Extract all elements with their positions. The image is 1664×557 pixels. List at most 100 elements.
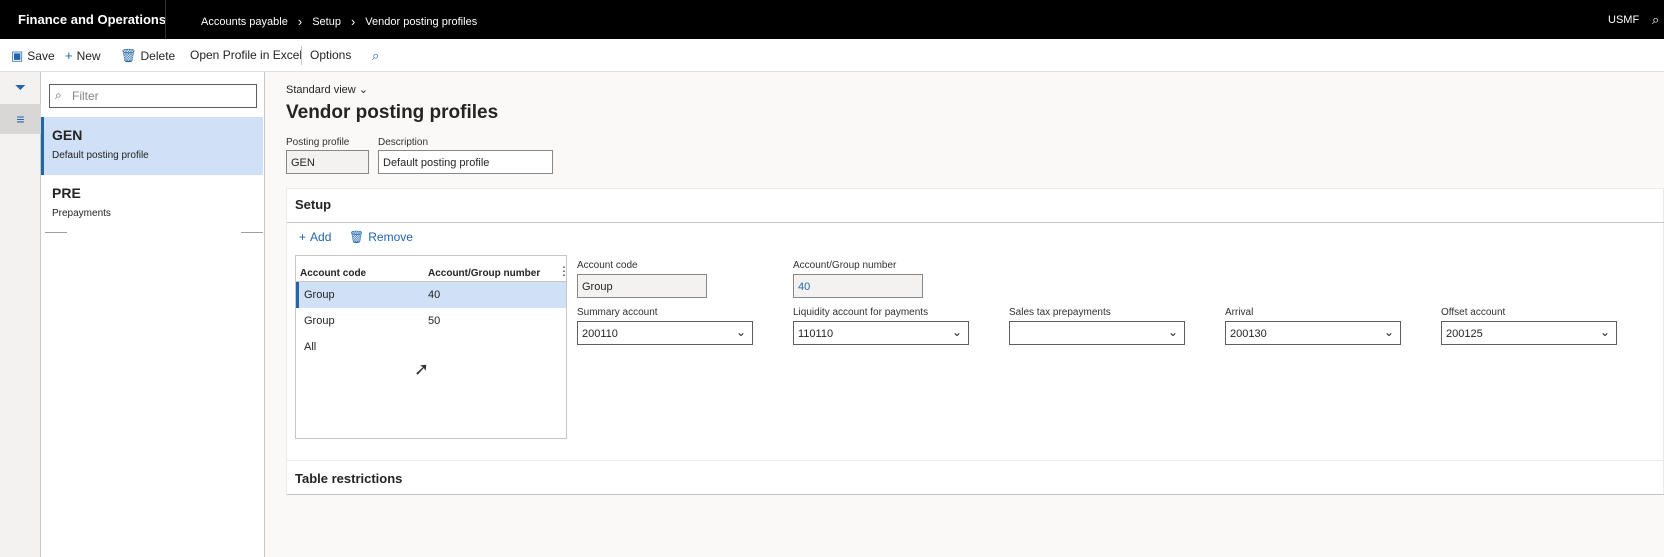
action-search-button[interactable]: ⌕ [372, 48, 379, 64]
column-header-account-code[interactable]: Account code [300, 268, 366, 279]
top-bar: Finance and Operations Accounts payable … [0, 0, 1664, 39]
account-code-field[interactable]: Group [577, 274, 707, 298]
new-label: New [76, 48, 101, 63]
view-label: Standard view [286, 84, 356, 96]
setup-divider [287, 222, 1664, 223]
arrival-value: 200130 [1230, 328, 1267, 340]
table-row[interactable]: All [296, 334, 566, 360]
table-row[interactable]: Group 40 [296, 282, 566, 308]
summary-account-label: Summary account [577, 307, 658, 318]
table-restrictions-section: Table restrictions [286, 460, 1664, 495]
app-name[interactable]: Finance and Operations [18, 12, 166, 27]
description-field[interactable]: Default posting profile [378, 150, 553, 174]
action-pane: ▣ Save + New 🗑 Delete Open Profile in Ex… [0, 39, 1664, 72]
list-divider [45, 232, 67, 233]
search-icon: ⌕ [55, 88, 62, 102]
cell-account-code: Group [304, 289, 335, 301]
mouse-cursor-icon: ➚ [414, 359, 430, 379]
summary-account-dropdown[interactable]: 200110 ⌄ [577, 321, 753, 345]
list-pane: ⌕ Filter GEN Default posting profile PRE… [41, 72, 265, 557]
setup-grid: Account code Account/Group number ⋮ Grou… [295, 255, 570, 439]
add-button[interactable]: + Add [299, 230, 331, 244]
list-item-code: GEN [52, 127, 83, 143]
chevron-right-icon: › [297, 14, 303, 29]
offset-account-label: Offset account [1441, 307, 1506, 318]
remove-button[interactable]: 🗑 Remove [349, 230, 413, 244]
add-label: Add [310, 230, 332, 244]
view-selector[interactable]: Standard view ⌄ [286, 83, 368, 96]
topbar-divider [165, 0, 166, 39]
account-code-label: Account code [577, 260, 638, 271]
save-label: Save [27, 49, 55, 63]
chevron-down-icon: ⌄ [1167, 325, 1178, 339]
breadcrumb-item-accounts-payable[interactable]: Accounts payable [201, 16, 288, 28]
table-restrictions-header[interactable]: Table restrictions [295, 471, 402, 486]
breadcrumb-item-vendor-posting-profiles: Vendor posting profiles [365, 15, 478, 28]
sales-tax-prepayments-dropdown[interactable]: ⌄ [1009, 321, 1185, 345]
plus-icon: + [299, 230, 307, 244]
save-button[interactable]: ▣ Save [11, 48, 55, 64]
list-icon[interactable]: ≡ [0, 104, 41, 134]
search-icon: ⌕ [372, 48, 380, 63]
table-restrictions-divider [287, 494, 1664, 495]
setup-section: Setup + Add 🗑 Remove Account code Accoun… [286, 188, 1664, 464]
options-label: Options [310, 48, 352, 62]
breadcrumb: Accounts payable › Setup › Vendor postin… [201, 14, 477, 29]
cell-account-code: All [304, 341, 317, 353]
filter-input[interactable]: ⌕ Filter [49, 84, 257, 108]
cell-group-number: 40 [428, 289, 441, 301]
liquidity-account-dropdown[interactable]: 110110 ⌄ [793, 321, 969, 345]
description-label: Description [378, 137, 429, 148]
chevron-down-icon: ⌄ [1383, 325, 1394, 339]
chevron-down-icon: ⌄ [358, 84, 368, 96]
group-number-label: Account/Group number [793, 260, 897, 271]
delete-button[interactable]: 🗑 Delete [120, 48, 175, 64]
list-item-description: Default posting profile [52, 150, 149, 161]
sales-tax-prepayments-label: Sales tax prepayments [1009, 307, 1111, 318]
action-separator [301, 46, 302, 65]
new-button[interactable]: + New [65, 48, 101, 63]
filter-icon[interactable]: ⏷ [0, 72, 41, 102]
save-icon: ▣ [11, 48, 24, 63]
company-picker[interactable]: USMF [1608, 14, 1639, 26]
posting-profile-label: Posting profile [286, 137, 350, 148]
cell-account-code: Group [304, 315, 335, 327]
search-icon[interactable]: ⌕ [1652, 12, 1659, 28]
table-row[interactable]: Group 50 [296, 308, 566, 334]
trash-icon: 🗑 [120, 48, 137, 63]
list-item-code: PRE [52, 185, 81, 201]
open-excel-label: Open Profile in Excel [190, 48, 303, 62]
posting-profile-field[interactable]: GEN [286, 150, 369, 174]
chevron-down-icon: ⌄ [1599, 325, 1610, 339]
filter-placeholder: Filter [72, 89, 99, 103]
trash-icon: 🗑 [349, 230, 365, 244]
options-button[interactable]: Options [310, 48, 351, 62]
list-item[interactable]: PRE Prepayments [41, 175, 263, 233]
navigation-strip: ⏷ ≡ [0, 72, 41, 557]
more-options-icon[interactable]: ⋮ [558, 264, 570, 278]
chevron-down-icon: ⌄ [735, 325, 746, 339]
column-header-group-number[interactable]: Account/Group number [428, 268, 540, 279]
remove-label: Remove [368, 230, 413, 244]
plus-icon: + [65, 48, 73, 63]
setup-header[interactable]: Setup [295, 197, 331, 212]
offset-account-value: 200125 [1446, 328, 1483, 340]
liquidity-account-label: Liquidity account for payments [793, 307, 929, 318]
list-divider [241, 232, 263, 233]
chevron-right-icon: › [350, 14, 356, 29]
open-in-excel-button[interactable]: Open Profile in Excel [190, 48, 302, 62]
delete-label: Delete [140, 49, 176, 63]
cell-group-number: 50 [428, 315, 441, 327]
summary-account-value: 200110 [582, 328, 618, 340]
list-item-description: Prepayments [52, 208, 111, 219]
liquidity-account-value: 110110 [798, 328, 834, 340]
arrival-label: Arrival [1225, 307, 1254, 318]
page-title: Vendor posting profiles [286, 102, 499, 123]
main-content: Standard view ⌄ Vendor posting profiles … [266, 72, 1664, 557]
offset-account-dropdown[interactable]: 200125 ⌄ [1441, 321, 1617, 345]
group-number-field[interactable]: 40 [793, 274, 923, 298]
arrival-dropdown[interactable]: 200130 ⌄ [1225, 321, 1401, 345]
list-item[interactable]: GEN Default posting profile [41, 117, 263, 175]
chevron-down-icon: ⌄ [951, 325, 962, 339]
breadcrumb-item-setup[interactable]: Setup [312, 16, 341, 28]
